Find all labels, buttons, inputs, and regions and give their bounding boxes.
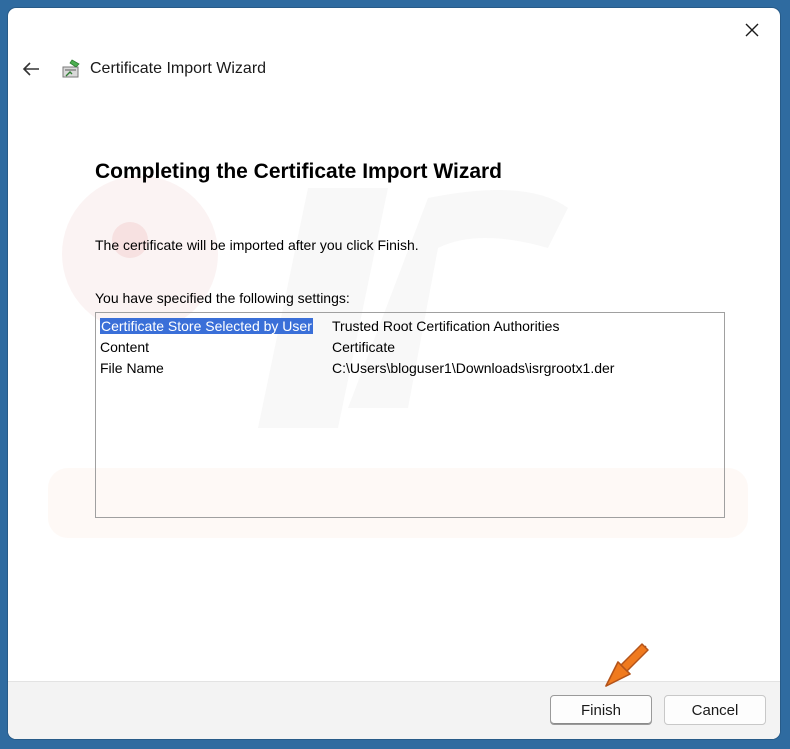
- settings-value: Certificate: [332, 338, 396, 355]
- back-button[interactable]: [16, 56, 46, 82]
- window-title: Certificate Import Wizard: [90, 60, 267, 77]
- annotation-arrow-icon: [605, 643, 649, 687]
- info-text: The certificate will be imported after y…: [95, 237, 419, 253]
- close-button[interactable]: [734, 12, 770, 48]
- settings-row[interactable]: Certificate Store Selected by User Trust…: [100, 315, 720, 336]
- back-arrow-icon: [22, 62, 39, 76]
- settings-label: You have specified the following setting…: [95, 290, 350, 306]
- settings-row[interactable]: Content Certificate: [100, 336, 720, 357]
- settings-key: Certificate Store Selected by User: [100, 317, 313, 334]
- settings-row[interactable]: File Name C:\Users\bloguser1\Downloads\i…: [100, 357, 720, 378]
- settings-list[interactable]: Certificate Store Selected by User Trust…: [95, 312, 725, 518]
- cancel-button[interactable]: Cancel: [664, 695, 766, 725]
- page-heading: Completing the Certificate Import Wizard: [95, 160, 503, 183]
- certificate-wizard-icon: [62, 59, 80, 78]
- settings-key-cell: Certificate Store Selected by User: [100, 317, 332, 334]
- settings-value: Trusted Root Certification Authorities: [332, 317, 560, 334]
- wizard-window: Certificate Import Wizard Completing the…: [8, 8, 780, 739]
- finish-button[interactable]: Finish: [550, 695, 652, 725]
- settings-key: File Name: [100, 359, 164, 376]
- window-title-bar: Certificate Import Wizard: [60, 56, 266, 82]
- settings-value: C:\Users\bloguser1\Downloads\isrgrootx1.…: [332, 359, 615, 376]
- close-icon: [745, 23, 759, 37]
- settings-key: Content: [100, 338, 150, 355]
